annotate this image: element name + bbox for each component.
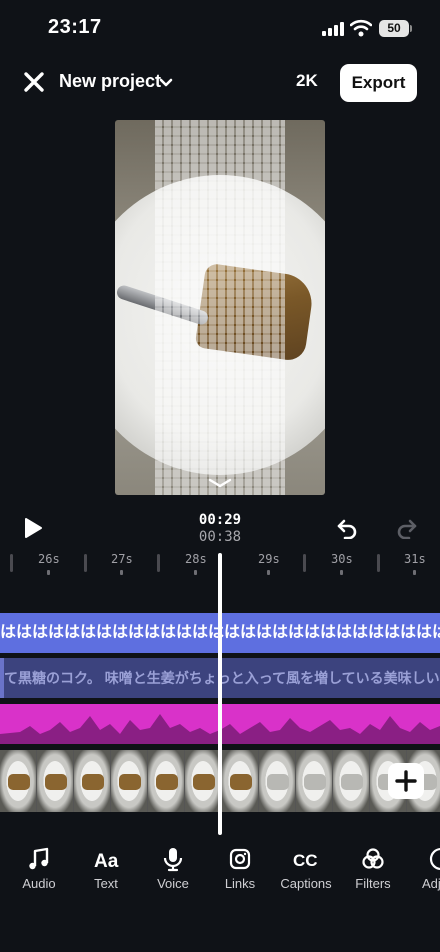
ruler-tick xyxy=(267,570,270,575)
video-thumbnail xyxy=(0,750,37,812)
adjust-icon xyxy=(429,847,440,871)
tool-audio[interactable]: Audio xyxy=(7,840,71,891)
tool-captions[interactable]: CC Captions xyxy=(274,840,338,891)
current-time: 00:29 xyxy=(198,512,242,528)
ruler-tick xyxy=(47,570,50,575)
svg-text:Aa: Aa xyxy=(94,851,119,872)
instagram-icon xyxy=(229,848,251,870)
battery-icon: 50 xyxy=(379,20,409,37)
ruler-tick xyxy=(194,570,197,575)
video-thumbnail xyxy=(296,750,333,812)
playhead[interactable] xyxy=(218,553,222,835)
resolution-button[interactable]: 2K xyxy=(296,71,318,91)
video-thumbnail xyxy=(37,750,74,812)
export-button[interactable]: Export xyxy=(340,64,417,102)
status-bar: 23:17 50 xyxy=(0,0,440,56)
redo-icon[interactable] xyxy=(396,517,418,539)
filters-icon xyxy=(362,848,384,869)
video-thumbnail xyxy=(148,750,185,812)
tool-label: Filters xyxy=(355,876,391,891)
tool-label: Voice xyxy=(157,876,189,891)
cellular-signal-icon xyxy=(322,22,344,36)
close-icon[interactable] xyxy=(22,70,46,94)
tool-adjust[interactable]: Adj xyxy=(406,840,440,891)
ruler-label: 31s xyxy=(404,552,426,566)
text-overlay[interactable] xyxy=(155,120,285,495)
ruler-divider xyxy=(10,554,13,572)
ruler-label: 29s xyxy=(258,552,280,566)
ruler-tick xyxy=(340,570,343,575)
undo-icon[interactable] xyxy=(336,517,358,539)
video-thumbnail xyxy=(333,750,370,812)
video-thumbnail xyxy=(74,750,111,812)
tool-filters[interactable]: Filters xyxy=(341,840,405,891)
chevron-down-icon[interactable] xyxy=(158,76,174,90)
bottom-toolbar: Audio Aa Text Voice Links CC Captions Fi… xyxy=(0,840,440,900)
ruler-tick xyxy=(120,570,123,575)
ruler-label: 26s xyxy=(38,552,60,566)
tool-label: Links xyxy=(224,876,256,891)
ruler-divider xyxy=(157,554,160,572)
ruler-label: 27s xyxy=(111,552,133,566)
chevron-down-icon[interactable] xyxy=(207,477,233,489)
video-thumbnail xyxy=(111,750,148,812)
status-time: 23:17 xyxy=(48,16,102,38)
microphone-icon xyxy=(163,848,183,872)
ruler-divider xyxy=(303,554,306,572)
video-thumbnail xyxy=(222,750,259,812)
text-aa-icon: Aa xyxy=(94,851,119,872)
tool-label: Adj xyxy=(422,876,440,891)
tool-voice[interactable]: Voice xyxy=(141,840,205,891)
tool-text[interactable]: Aa Text xyxy=(74,840,138,891)
cc-icon: CC xyxy=(293,851,318,870)
video-thumbnail xyxy=(259,750,296,812)
tool-links[interactable]: Links xyxy=(208,840,272,891)
add-clip-button[interactable] xyxy=(388,763,424,799)
ruler-tick xyxy=(413,570,416,575)
tool-label: Captions xyxy=(280,876,332,891)
svg-text:CC: CC xyxy=(293,851,318,870)
battery-cap xyxy=(410,25,412,32)
ruler-label: 30s xyxy=(331,552,353,566)
ruler-label: 28s xyxy=(185,552,207,566)
video-preview[interactable] xyxy=(115,120,325,495)
music-note-icon xyxy=(29,847,49,870)
project-title[interactable]: New project xyxy=(59,71,161,92)
plus-icon xyxy=(395,770,417,792)
tool-label: Text xyxy=(94,876,118,891)
total-duration: 00:38 xyxy=(198,529,242,545)
tool-label: Audio xyxy=(22,876,56,891)
wifi-icon xyxy=(350,19,372,37)
video-thumbnail xyxy=(185,750,222,812)
ruler-divider xyxy=(377,554,380,572)
ruler-divider xyxy=(84,554,87,572)
